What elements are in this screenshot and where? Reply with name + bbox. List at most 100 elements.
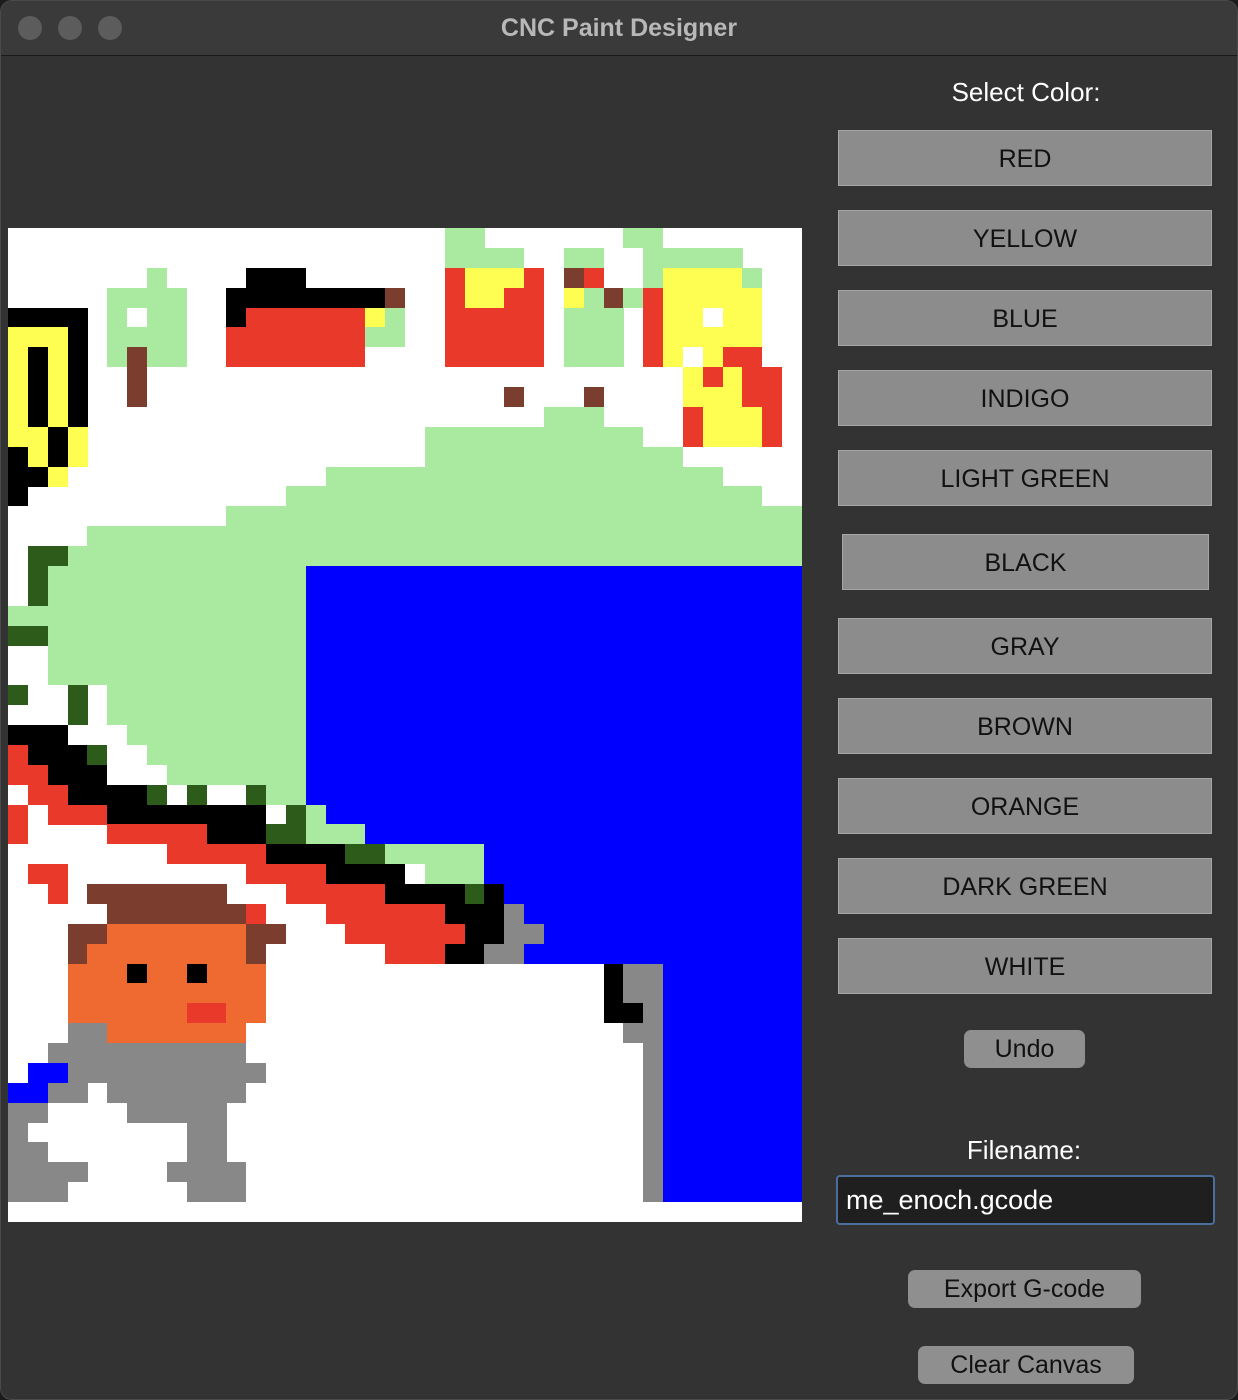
canvas-pixel[interactable] xyxy=(285,824,306,845)
canvas-pixel[interactable] xyxy=(623,287,644,308)
canvas-pixel[interactable] xyxy=(345,585,366,606)
canvas-pixel[interactable] xyxy=(27,764,48,785)
canvas-pixel[interactable] xyxy=(405,903,425,924)
canvas-pixel[interactable] xyxy=(742,963,763,984)
canvas-pixel[interactable] xyxy=(663,963,684,984)
canvas-pixel[interactable] xyxy=(146,625,167,646)
canvas-pixel[interactable] xyxy=(702,1142,723,1163)
canvas-pixel[interactable] xyxy=(146,605,167,626)
canvas-pixel[interactable] xyxy=(663,585,684,606)
canvas-pixel[interactable] xyxy=(246,546,267,567)
canvas-pixel[interactable] xyxy=(444,486,465,507)
canvas-pixel[interactable] xyxy=(345,665,366,686)
canvas-pixel[interactable] xyxy=(722,327,743,348)
canvas-pixel[interactable] xyxy=(405,605,425,626)
canvas-pixel[interactable] xyxy=(782,784,803,805)
canvas-pixel[interactable] xyxy=(702,367,723,388)
canvas-pixel[interactable] xyxy=(47,347,68,368)
canvas-pixel[interactable] xyxy=(385,923,406,944)
canvas-pixel[interactable] xyxy=(166,744,187,765)
canvas-pixel[interactable] xyxy=(246,844,267,865)
canvas-pixel[interactable] xyxy=(365,287,386,308)
canvas-pixel[interactable] xyxy=(643,486,664,507)
canvas-pixel[interactable] xyxy=(504,605,525,626)
canvas-pixel[interactable] xyxy=(722,903,743,924)
canvas-pixel[interactable] xyxy=(107,903,128,924)
canvas-pixel[interactable] xyxy=(444,744,465,765)
canvas-pixel[interactable] xyxy=(266,565,287,586)
canvas-pixel[interactable] xyxy=(206,1182,227,1203)
canvas-pixel[interactable] xyxy=(563,287,584,308)
canvas-pixel[interactable] xyxy=(27,605,48,626)
canvas-pixel[interactable] xyxy=(484,903,505,924)
canvas-pixel[interactable] xyxy=(682,1062,703,1083)
canvas-pixel[interactable] xyxy=(365,784,386,805)
canvas-pixel[interactable] xyxy=(305,546,326,567)
canvas-pixel[interactable] xyxy=(623,585,644,606)
canvas-pixel[interactable] xyxy=(643,705,664,726)
canvas-pixel[interactable] xyxy=(365,486,386,507)
canvas-pixel[interactable] xyxy=(663,526,684,547)
canvas-pixel[interactable] xyxy=(742,406,763,427)
canvas-pixel[interactable] xyxy=(563,764,584,785)
canvas-pixel[interactable] xyxy=(226,705,247,726)
canvas-pixel[interactable] xyxy=(87,784,108,805)
canvas-pixel[interactable] xyxy=(444,267,465,288)
canvas-pixel[interactable] xyxy=(67,327,88,348)
canvas-pixel[interactable] xyxy=(782,506,803,527)
canvas-pixel[interactable] xyxy=(563,585,584,606)
canvas-pixel[interactable] xyxy=(762,426,783,447)
canvas-pixel[interactable] xyxy=(87,665,108,686)
canvas-pixel[interactable] xyxy=(603,665,624,686)
canvas-pixel[interactable] xyxy=(603,864,624,885)
canvas-pixel[interactable] xyxy=(742,526,763,547)
canvas-pixel[interactable] xyxy=(682,247,703,268)
canvas-pixel[interactable] xyxy=(424,784,445,805)
canvas-pixel[interactable] xyxy=(762,943,783,964)
canvas-pixel[interactable] xyxy=(702,347,723,368)
canvas-pixel[interactable] xyxy=(146,267,167,288)
canvas-pixel[interactable] xyxy=(643,506,664,527)
canvas-pixel[interactable] xyxy=(444,327,465,348)
canvas-pixel[interactable] xyxy=(643,963,664,984)
canvas-pixel[interactable] xyxy=(762,1062,783,1083)
canvas-pixel[interactable] xyxy=(107,625,128,646)
canvas-pixel[interactable] xyxy=(107,884,128,905)
canvas-pixel[interactable] xyxy=(87,1062,108,1083)
canvas-pixel[interactable] xyxy=(742,585,763,606)
canvas-pixel[interactable] xyxy=(504,645,525,666)
canvas-pixel[interactable] xyxy=(206,764,227,785)
canvas-pixel[interactable] xyxy=(67,585,88,606)
canvas-pixel[interactable] xyxy=(742,1142,763,1163)
canvas-pixel[interactable] xyxy=(782,1003,803,1024)
canvas-pixel[interactable] xyxy=(246,267,267,288)
canvas-pixel[interactable] xyxy=(702,665,723,686)
canvas-pixel[interactable] xyxy=(484,625,505,646)
canvas-pixel[interactable] xyxy=(543,705,564,726)
canvas-pixel[interactable] xyxy=(206,605,227,626)
canvas-pixel[interactable] xyxy=(563,426,584,447)
canvas-pixel[interactable] xyxy=(325,506,346,527)
canvas-pixel[interactable] xyxy=(682,307,703,328)
canvas-pixel[interactable] xyxy=(782,526,803,547)
canvas-pixel[interactable] xyxy=(186,884,207,905)
canvas-pixel[interactable] xyxy=(603,546,624,567)
canvas-pixel[interactable] xyxy=(782,943,803,964)
canvas-pixel[interactable] xyxy=(702,685,723,706)
canvas-pixel[interactable] xyxy=(246,287,267,308)
canvas-pixel[interactable] xyxy=(365,705,386,726)
canvas-pixel[interactable] xyxy=(663,1162,684,1183)
canvas-pixel[interactable] xyxy=(285,844,306,865)
canvas-pixel[interactable] xyxy=(206,665,227,686)
canvas-pixel[interactable] xyxy=(504,486,525,507)
canvas-pixel[interactable] xyxy=(682,744,703,765)
canvas-pixel[interactable] xyxy=(67,685,88,706)
canvas-pixel[interactable] xyxy=(365,864,386,885)
canvas-pixel[interactable] xyxy=(742,1122,763,1143)
canvas-pixel[interactable] xyxy=(782,1162,803,1183)
canvas-pixel[interactable] xyxy=(206,585,227,606)
canvas-pixel[interactable] xyxy=(405,546,425,567)
canvas-pixel[interactable] xyxy=(325,466,346,487)
canvas-pixel[interactable] xyxy=(87,565,108,586)
canvas-pixel[interactable] xyxy=(47,884,68,905)
